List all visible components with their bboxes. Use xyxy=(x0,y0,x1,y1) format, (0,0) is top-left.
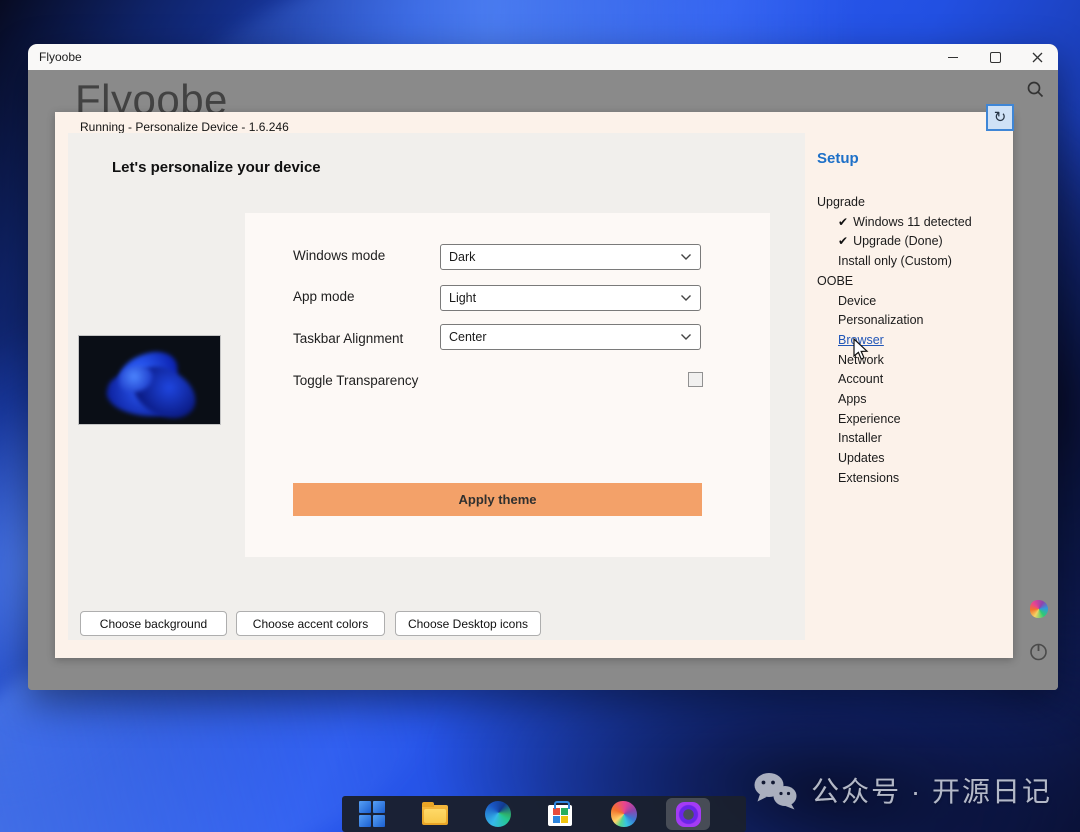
maximize-button[interactable] xyxy=(974,44,1016,70)
wallpaper-preview xyxy=(78,335,221,425)
check-icon: ✔ xyxy=(838,234,848,248)
sidebar-item-updates[interactable]: Updates xyxy=(817,449,1013,469)
microsoft-store-icon xyxy=(548,805,572,826)
setup-panel: Running - Personalize Device - 1.6.246 ↻… xyxy=(55,112,1013,658)
power-icon[interactable] xyxy=(1029,642,1048,661)
refresh-icon: ↻ xyxy=(994,110,1007,125)
sidebar-item-oobe[interactable]: OOBE xyxy=(817,272,1013,292)
watermark-text: 公众号 · 开源日记 xyxy=(811,770,1052,810)
edge-browser-icon xyxy=(485,801,511,827)
sidebar-item-network[interactable]: Network xyxy=(817,351,1013,371)
flyoobe-taskbar-button[interactable] xyxy=(666,798,710,830)
status-header: Running - Personalize Device - 1.6.246 xyxy=(80,120,289,134)
windows-start-icon xyxy=(359,801,385,827)
windows-mode-select[interactable]: Dark xyxy=(440,244,701,270)
sidebar-item-apps[interactable]: Apps xyxy=(817,390,1013,410)
windows-mode-value: Dark xyxy=(449,250,680,264)
sidebar-item-upgrade-done[interactable]: ✔Upgrade (Done) xyxy=(817,232,1013,252)
taskbar-alignment-label: Taskbar Alignment xyxy=(293,331,403,346)
wechat-icon xyxy=(751,770,799,810)
toggle-transparency-label: Toggle Transparency xyxy=(293,373,418,388)
sidebar-item-installer[interactable]: Installer xyxy=(817,429,1013,449)
microsoft-store-button[interactable] xyxy=(548,801,574,827)
sidebar-item-personalization[interactable]: Personalization xyxy=(817,311,1013,331)
sidebar-item-extensions[interactable]: Extensions xyxy=(817,469,1013,489)
sidebar-item-install-only[interactable]: Install only (Custom) xyxy=(817,252,1013,272)
sidebar-item-device[interactable]: Device xyxy=(817,292,1013,312)
watermark: 公众号 · 开源日记 xyxy=(751,770,1052,810)
sidebar-item-windows11-detected[interactable]: ✔Windows 11 detected xyxy=(817,213,1013,233)
copilot-flower-icon[interactable] xyxy=(1030,600,1048,618)
search-icon[interactable] xyxy=(1025,80,1045,100)
app-mode-value: Light xyxy=(449,291,680,305)
file-explorer-icon xyxy=(422,805,448,825)
minimize-button[interactable] xyxy=(932,44,974,70)
choose-background-button[interactable]: Choose background xyxy=(80,611,227,636)
choose-accent-colors-button[interactable]: Choose accent colors xyxy=(236,611,385,636)
taskbar xyxy=(342,796,746,832)
page-title: Let's personalize your device xyxy=(112,159,321,176)
copilot-icon xyxy=(611,801,637,827)
sidebar-item-account[interactable]: Account xyxy=(817,370,1013,390)
choose-desktop-icons-button[interactable]: Choose Desktop icons xyxy=(395,611,541,636)
taskbar-alignment-value: Center xyxy=(449,330,680,344)
theme-form-card: Windows mode Dark App mode Light xyxy=(245,213,770,557)
check-icon: ✔ xyxy=(838,215,848,229)
chevron-down-icon xyxy=(680,253,692,261)
taskbar-alignment-select[interactable]: Center xyxy=(440,324,701,350)
flyoobe-app-icon xyxy=(676,802,701,827)
refresh-button[interactable]: ↻ xyxy=(986,104,1014,131)
chevron-down-icon xyxy=(680,294,692,302)
flyoobe-window: Flyoobe Flyoobe Running - Personalize De… xyxy=(28,44,1058,690)
toggle-transparency-checkbox[interactable] xyxy=(688,372,703,387)
close-button[interactable] xyxy=(1016,44,1058,70)
desktop-wallpaper: Flyoobe Flyoobe Running - Personalize De… xyxy=(0,0,1080,832)
apply-theme-button[interactable]: Apply theme xyxy=(293,483,702,516)
window-body: Flyoobe Running - Personalize Device - 1… xyxy=(28,70,1058,690)
app-mode-select[interactable]: Light xyxy=(440,285,701,311)
start-button[interactable] xyxy=(359,801,385,827)
sidebar-item-experience[interactable]: Experience xyxy=(817,410,1013,430)
app-mode-label: App mode xyxy=(293,289,355,304)
copilot-button[interactable] xyxy=(611,801,637,827)
maximize-icon xyxy=(990,52,1001,63)
setup-sidebar: Setup Upgrade ✔Windows 11 detected ✔Upgr… xyxy=(817,150,1013,489)
edge-button[interactable] xyxy=(485,801,511,827)
file-explorer-button[interactable] xyxy=(422,801,448,827)
sidebar-item-upgrade[interactable]: Upgrade xyxy=(817,193,1013,213)
sidebar-item-browser[interactable]: Browser xyxy=(817,331,1013,351)
windows-mode-label: Windows mode xyxy=(293,248,385,263)
window-titlebar[interactable]: Flyoobe xyxy=(28,44,1058,70)
mouse-cursor xyxy=(852,338,870,362)
sidebar-heading: Setup xyxy=(817,150,1013,167)
chevron-down-icon xyxy=(680,333,692,341)
close-icon xyxy=(1032,52,1043,63)
minimize-icon xyxy=(948,57,958,58)
window-title: Flyoobe xyxy=(28,50,932,64)
personalize-page: Let's personalize your device Windows mo… xyxy=(68,133,805,640)
